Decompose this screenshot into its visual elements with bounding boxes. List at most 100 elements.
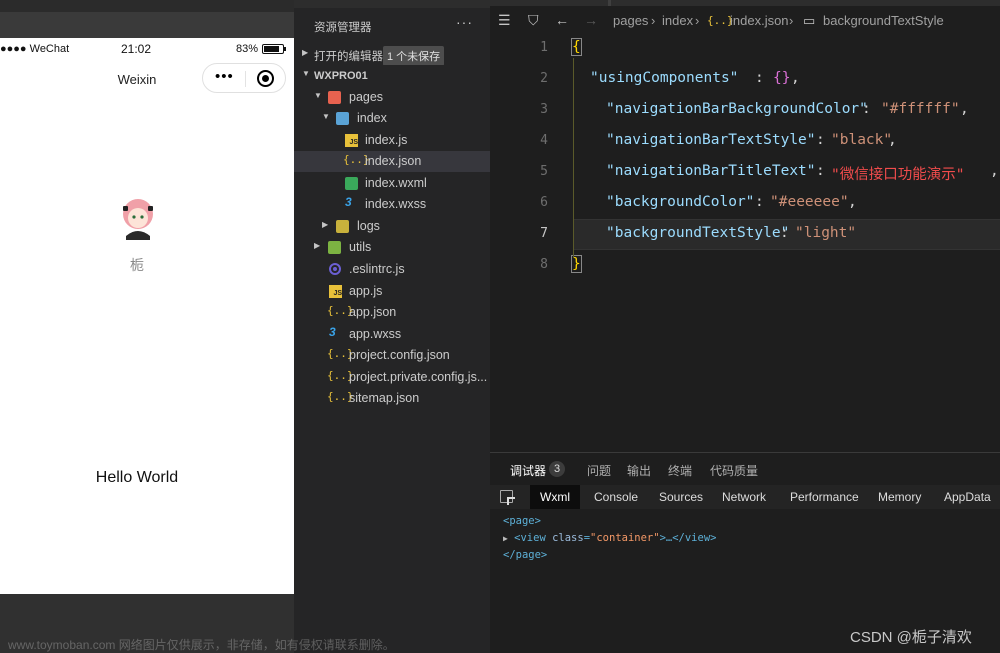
tree-item-index-json[interactable]: {..} index.json: [294, 151, 490, 172]
json-file-icon: {..}: [343, 153, 370, 166]
json-value: "black": [831, 132, 893, 148]
breadcrumb-item[interactable]: pages: [613, 13, 648, 28]
tree-item-index-wxml[interactable]: index.wxml: [294, 173, 490, 194]
wxml-file-icon: [345, 177, 358, 190]
tab-sources[interactable]: Sources: [659, 490, 703, 504]
brace-open: {: [571, 38, 582, 56]
dom-node-page-open[interactable]: <page>: [503, 515, 716, 532]
chevron-right-icon: ›: [651, 13, 656, 28]
inspect-element-icon[interactable]: [500, 490, 513, 503]
more-icon[interactable]: •••: [215, 68, 234, 85]
wxss-file-icon: 3: [345, 195, 352, 209]
tab-appdata[interactable]: AppData: [944, 490, 991, 504]
tab-code-quality[interactable]: 代码质量: [710, 462, 758, 479]
chevron-down-icon: ▼: [322, 112, 330, 121]
file-explorer: 资源管理器 ··· ▶ 打开的编辑器 1 个未保存 ▼ WXPRO01 ▼ pa…: [294, 0, 490, 653]
debug-panel: 调试器 3 问题 输出 终端 代码质量 Wxml Console Sources…: [490, 452, 1000, 653]
comma: ,: [848, 194, 857, 210]
tree-item-eslintrc[interactable]: .eslintrc.js: [294, 259, 490, 280]
line-number: 8: [540, 257, 548, 272]
tree-label: sitemap.json: [349, 391, 420, 405]
json-value: {}: [773, 70, 791, 86]
tab-performance[interactable]: Performance: [790, 490, 859, 504]
menu-capsule[interactable]: •••: [202, 63, 286, 93]
js-file-icon: JS: [345, 134, 358, 147]
chevron-right-icon: ▶: [322, 220, 329, 229]
tree-item-pages[interactable]: ▼ pages: [294, 87, 490, 108]
tree-item-sitemap[interactable]: {..} sitemap.json: [294, 388, 490, 409]
wxss-file-icon: 3: [329, 325, 336, 339]
project-section[interactable]: ▼ WXPRO01: [294, 65, 490, 86]
forward-arrow-icon[interactable]: →: [584, 12, 598, 28]
tab-memory[interactable]: Memory: [878, 490, 921, 504]
tree-label: project.private.config.js...: [349, 370, 488, 384]
simulator-toolbar: [0, 0, 294, 12]
tree-item-index-wxss[interactable]: 3 index.wxss: [294, 194, 490, 215]
line-number: 6: [540, 195, 548, 210]
chevron-down-icon: ▼: [314, 91, 322, 100]
explorer-more-icon[interactable]: ···: [456, 14, 473, 30]
tree-label: project.config.json: [349, 348, 450, 362]
tree-item-app-wxss[interactable]: 3 app.wxss: [294, 324, 490, 345]
chevron-right-icon: ›: [695, 13, 700, 28]
breadcrumb-item[interactable]: index: [662, 13, 693, 28]
tab-debugger[interactable]: 调试器: [510, 462, 547, 486]
tab-problems[interactable]: 问题: [587, 462, 611, 479]
tab-terminal[interactable]: 终端: [668, 462, 692, 479]
tree-item-app-js[interactable]: JS app.js: [294, 281, 490, 302]
expand-triangle-icon[interactable]: ▶: [503, 534, 508, 543]
user-nickname: 栀: [130, 257, 144, 273]
list-icon[interactable]: ☰: [498, 12, 511, 29]
dom-node-page-close[interactable]: </page>: [503, 549, 716, 566]
watermark-left: www.toymoban.com 网络图片仅供展示，非存储，如有侵权请联系删除。: [8, 638, 395, 652]
json-key: "backgroundTextStyle": [606, 225, 790, 241]
colon: :: [816, 132, 825, 148]
line-number: 4: [540, 133, 548, 148]
tree-item-project-private-config[interactable]: {..} project.private.config.js...: [294, 367, 490, 388]
tree-item-app-json[interactable]: {..} app.json: [294, 302, 490, 323]
line-number: 1: [540, 40, 548, 55]
tree-item-utils[interactable]: ▶ utils: [294, 237, 490, 258]
indent-guide: [573, 58, 574, 258]
tree-label: app.json: [349, 305, 397, 319]
capsule-divider: [245, 71, 246, 87]
code-line: 6 "backgroundColor" : "#eeeeee" ,: [490, 189, 1000, 220]
carrier-label: ●●●● WeChat: [0, 43, 70, 55]
tree-label: app.wxss: [349, 327, 402, 341]
tree-label: index.wxml: [365, 176, 427, 190]
comma: ,: [888, 132, 897, 148]
tab-network[interactable]: Network: [722, 490, 766, 504]
colon: :: [755, 70, 764, 86]
simulator-panel: ●●●● WeChat 21:02 83% Weixin ••• 栀 Hello…: [0, 0, 294, 653]
phone-screen: ●●●● WeChat 21:02 83% Weixin ••• 栀 Hello…: [0, 38, 294, 594]
code-area[interactable]: 1 { 2 "usingComponents" : {} , 3 "naviga…: [490, 34, 1000, 294]
close-miniprogram-icon[interactable]: [257, 70, 274, 87]
unsaved-badge: 1 个未保存: [383, 46, 445, 65]
tree-item-index-js[interactable]: JS index.js: [294, 130, 490, 151]
tab-wxml[interactable]: Wxml: [530, 485, 580, 509]
back-arrow-icon[interactable]: ←: [555, 12, 569, 28]
chevron-right-icon: ▶: [302, 48, 309, 57]
breadcrumb-item[interactable]: index.json: [730, 13, 789, 28]
dom-node-view[interactable]: ▶ <view class="container">…</view>: [503, 532, 716, 549]
tree-item-index-folder[interactable]: ▼ index: [294, 108, 490, 129]
tree-label: .eslintrc.js: [349, 262, 405, 276]
tab-output[interactable]: 输出: [627, 462, 651, 479]
open-editors-section[interactable]: ▶ 打开的编辑器 1 个未保存: [294, 44, 490, 65]
code-line: 4 "navigationBarTextStyle" : "black" ,: [490, 127, 1000, 158]
colon: :: [755, 194, 764, 210]
chevron-down-icon: ▼: [302, 69, 310, 78]
tab-console[interactable]: Console: [594, 490, 638, 504]
battery-percent: 83%: [236, 43, 259, 55]
brace-close: }: [571, 255, 582, 273]
devtools-toolbar: Wxml Console Sources Network Performance…: [490, 485, 1000, 509]
json-key: "navigationBarTextStyle": [606, 132, 816, 148]
bookmark-icon[interactable]: ⛉: [528, 12, 539, 29]
tree-item-project-config[interactable]: {..} project.config.json: [294, 345, 490, 366]
folder-icon: [328, 91, 341, 104]
code-line: 3 "navigationBarBackgroundColor" : "#fff…: [490, 96, 1000, 127]
tree-item-logs[interactable]: ▶ logs: [294, 216, 490, 237]
breadcrumb-item[interactable]: backgroundTextStyle: [823, 13, 944, 28]
code-line: 8 }: [490, 251, 1000, 282]
tree-label: logs: [357, 219, 380, 233]
